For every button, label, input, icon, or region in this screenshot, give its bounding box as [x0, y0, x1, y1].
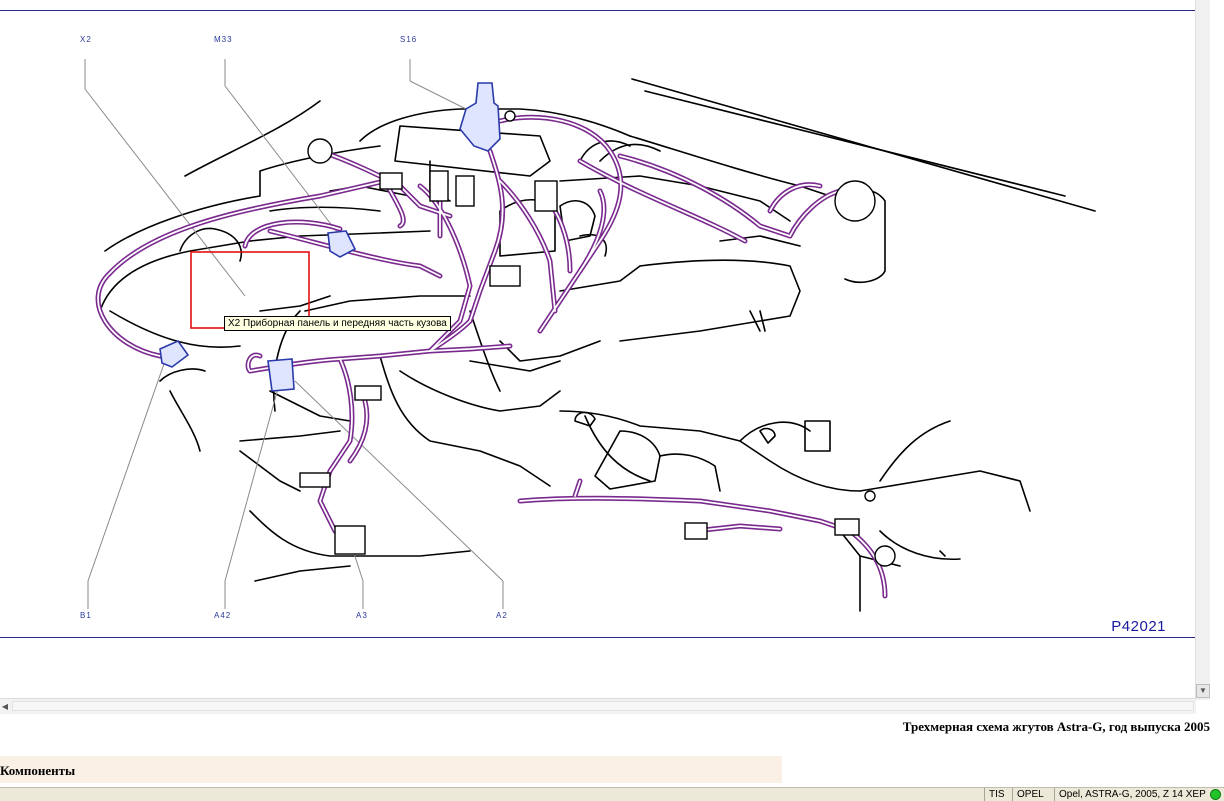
status-cell-vehicle: Opel, ASTRA-G, 2005, Z 14 XEP	[1054, 788, 1210, 801]
connector-b1-icon	[159, 340, 190, 368]
status-cell-system: TIS	[984, 788, 1009, 801]
scroll-down-arrow-icon[interactable]: ▼	[1196, 684, 1210, 698]
label-a3[interactable]: A3	[356, 611, 368, 620]
label-b1[interactable]: B1	[80, 611, 92, 620]
label-a42[interactable]: A42	[214, 611, 231, 620]
horizontal-scroll-thumb[interactable]	[12, 701, 1194, 711]
components-title: Компоненты	[0, 763, 76, 778]
vertical-scrollbar[interactable]	[1195, 0, 1210, 700]
components-section-header[interactable]: Компоненты	[0, 756, 782, 783]
figure-id: P42021	[1111, 618, 1166, 635]
diagram-caption: Трехмерная схема жгутов Astra-G, год вып…	[902, 719, 1210, 734]
engine-outline	[99, 78, 1096, 612]
label-m33[interactable]: M33	[214, 35, 233, 44]
status-cell-brand: OPEL	[1012, 788, 1048, 801]
label-s16[interactable]: S16	[400, 35, 417, 44]
label-a2[interactable]: A2	[496, 611, 508, 620]
connector-a42-icon	[267, 358, 295, 392]
connector-s16-icon	[459, 82, 501, 152]
horizontal-scrollbar[interactable]: ◀	[0, 698, 1196, 714]
status-bar: TIS OPEL Opel, ASTRA-G, 2005, Z 14 XEP	[0, 787, 1224, 801]
x2-tooltip: X2 Приборная панель и передняя часть куз…	[224, 316, 451, 331]
wiring-harness-diagram	[84, 59, 1096, 612]
status-indicator-icon	[1210, 789, 1221, 800]
leader-lines	[84, 59, 504, 609]
diagram-frame: X2 M33 S16 B1 A42 A3 A2 P42021 X2 Прибор…	[0, 10, 1197, 638]
label-x2[interactable]: X2	[80, 35, 92, 44]
harness-group	[95, 114, 888, 599]
scroll-left-arrow-icon[interactable]: ◀	[0, 699, 10, 714]
